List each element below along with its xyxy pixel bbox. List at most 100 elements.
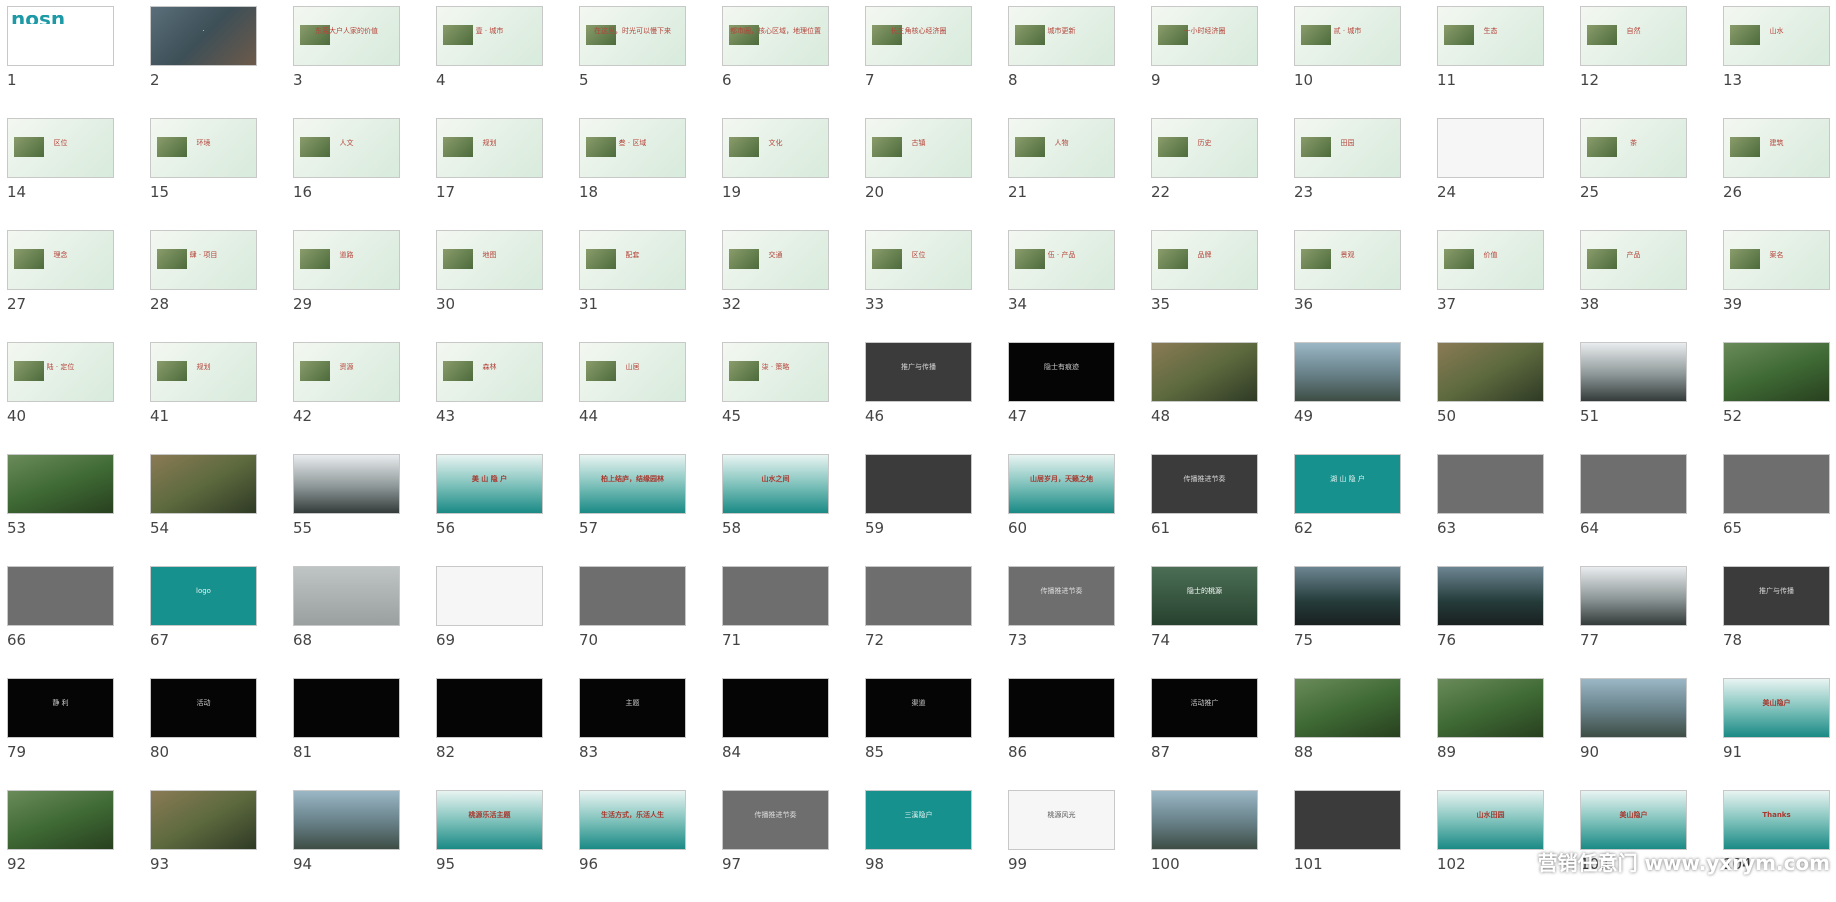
slide-item[interactable]: 推广与传播 46 <box>865 342 972 454</box>
slide-thumbnail[interactable]: 活动 <box>150 678 257 738</box>
slide-thumbnail[interactable]: 传播推进节奏 <box>722 790 829 850</box>
slide-item[interactable]: 茶 25 <box>1580 118 1687 230</box>
slide-item[interactable]: 产品 38 <box>1580 230 1687 342</box>
slide-thumbnail[interactable]: 生态 <box>1437 6 1544 66</box>
slide-thumbnail[interactable]: 柒 · 策略 <box>722 342 829 402</box>
slide-item[interactable]: 活动推广 87 <box>1151 678 1258 790</box>
slide-item[interactable]: 田园 23 <box>1294 118 1401 230</box>
slide-thumbnail[interactable]: 道路 <box>293 230 400 290</box>
slide-item[interactable]: 人文 16 <box>293 118 400 230</box>
slide-item[interactable]: 美山隐户 91 <box>1723 678 1830 790</box>
slide-item[interactable]: 自然 12 <box>1580 6 1687 118</box>
slide-item[interactable]: 推广与传播 78 <box>1723 566 1830 678</box>
slide-thumbnail[interactable] <box>293 566 400 626</box>
slide-thumbnail[interactable]: 静 利 <box>7 678 114 738</box>
slide-thumbnail[interactable]: 推广与传播 <box>865 342 972 402</box>
slide-item[interactable]: Thanks 104 <box>1723 790 1830 902</box>
slide-thumbnail[interactable]: 湖 山 隐 户 <box>1294 454 1401 514</box>
slide-item[interactable]: 90 <box>1580 678 1687 790</box>
slide-thumbnail[interactable] <box>1008 678 1115 738</box>
slide-thumbnail[interactable] <box>579 566 686 626</box>
slide-item[interactable]: 69 <box>436 566 543 678</box>
slide-thumbnail[interactable]: 案名 <box>1723 230 1830 290</box>
slide-thumbnail[interactable] <box>1580 566 1687 626</box>
slide-item[interactable]: 53 <box>7 454 114 566</box>
slide-item[interactable]: 77 <box>1580 566 1687 678</box>
slide-item[interactable]: 价值 37 <box>1437 230 1544 342</box>
slide-thumbnail[interactable]: 理念 <box>7 230 114 290</box>
slide-item[interactable]: 理念 27 <box>7 230 114 342</box>
slide-item[interactable]: 城市更新 8 <box>1008 6 1115 118</box>
slide-item[interactable]: 一小时经济圈 9 <box>1151 6 1258 118</box>
slide-item[interactable]: 规划 17 <box>436 118 543 230</box>
slide-thumbnail[interactable]: 人文 <box>293 118 400 178</box>
slide-thumbnail[interactable]: 区位 <box>865 230 972 290</box>
slide-thumbnail[interactable]: 东莞大户人家的价值 <box>293 6 400 66</box>
slide-item[interactable]: 贰 · 城市 10 <box>1294 6 1401 118</box>
slide-thumbnail[interactable]: 田园 <box>1294 118 1401 178</box>
slide-thumbnail[interactable] <box>1437 342 1544 402</box>
slide-thumbnail[interactable]: 配套 <box>579 230 686 290</box>
slide-thumbnail[interactable] <box>436 566 543 626</box>
slide-item[interactable]: 101 <box>1294 790 1401 902</box>
slide-thumbnail[interactable] <box>1151 342 1258 402</box>
slide-thumbnail[interactable]: 规划 <box>436 118 543 178</box>
slide-item[interactable]: 活动 80 <box>150 678 257 790</box>
slide-item[interactable]: 静 利 79 <box>7 678 114 790</box>
slide-thumbnail[interactable] <box>293 790 400 850</box>
slide-thumbnail[interactable] <box>1580 342 1687 402</box>
slide-item[interactable]: 生态 11 <box>1437 6 1544 118</box>
slide-item[interactable]: 区位 33 <box>865 230 972 342</box>
slide-item[interactable]: 52 <box>1723 342 1830 454</box>
slide-thumbnail[interactable] <box>1723 342 1830 402</box>
slide-item[interactable]: 75 <box>1294 566 1401 678</box>
slide-thumbnail[interactable]: 自然 <box>1580 6 1687 66</box>
slide-thumbnail[interactable]: 地图 <box>436 230 543 290</box>
slide-thumbnail[interactable] <box>1437 566 1544 626</box>
slide-item[interactable]: 59 <box>865 454 972 566</box>
slide-thumbnail[interactable]: 交通 <box>722 230 829 290</box>
slide-item[interactable]: 都市圈，核心区域，地理位置 6 <box>722 6 829 118</box>
slide-item[interactable]: 叁 · 区域 18 <box>579 118 686 230</box>
slide-thumbnail[interactable] <box>1723 454 1830 514</box>
slide-item[interactable]: 道路 29 <box>293 230 400 342</box>
slide-item[interactable]: 古镇 20 <box>865 118 972 230</box>
slide-item[interactable]: 81 <box>293 678 400 790</box>
slide-thumbnail[interactable] <box>1437 118 1544 178</box>
slide-thumbnail[interactable] <box>865 566 972 626</box>
slide-thumbnail[interactable]: 传播推进节奏 <box>1151 454 1258 514</box>
slide-thumbnail[interactable]: 都市圈，核心区域，地理位置 <box>722 6 829 66</box>
slide-item[interactable]: hosn 1 <box>7 6 114 118</box>
slide-thumbnail[interactable]: 传播推进节奏 <box>1008 566 1115 626</box>
slide-item[interactable]: 94 <box>293 790 400 902</box>
slide-thumbnail[interactable] <box>293 678 400 738</box>
slide-item[interactable]: 东莞大户人家的价值 3 <box>293 6 400 118</box>
slide-item[interactable]: 63 <box>1437 454 1544 566</box>
slide-item[interactable]: 柒 · 策略 45 <box>722 342 829 454</box>
slide-item[interactable]: 山水之间 58 <box>722 454 829 566</box>
slide-item[interactable]: 柏上结庐，结缘园林 57 <box>579 454 686 566</box>
slide-item[interactable]: 长三角核心经济圈 7 <box>865 6 972 118</box>
slide-item[interactable]: 建筑 26 <box>1723 118 1830 230</box>
slide-thumbnail[interactable]: 区位 <box>7 118 114 178</box>
slide-thumbnail[interactable]: 产品 <box>1580 230 1687 290</box>
slide-item[interactable]: 70 <box>579 566 686 678</box>
slide-thumbnail[interactable]: 建筑 <box>1723 118 1830 178</box>
slide-thumbnail[interactable] <box>150 790 257 850</box>
slide-item[interactable]: 72 <box>865 566 972 678</box>
slide-thumbnail[interactable]: 贰 · 城市 <box>1294 6 1401 66</box>
slide-item[interactable]: 64 <box>1580 454 1687 566</box>
slide-item[interactable]: 山居 44 <box>579 342 686 454</box>
slide-item[interactable]: 桃源乐活主题 95 <box>436 790 543 902</box>
slide-thumbnail[interactable] <box>7 790 114 850</box>
slide-thumbnail[interactable]: 美 山 隐 户 <box>436 454 543 514</box>
slide-thumbnail[interactable]: Thanks <box>1723 790 1830 850</box>
slide-thumbnail[interactable] <box>1437 678 1544 738</box>
slide-thumbnail[interactable] <box>293 454 400 514</box>
slide-thumbnail[interactable]: 在这里，时光可以慢下来 <box>579 6 686 66</box>
slide-item[interactable]: 生活方式，乐活人生 96 <box>579 790 686 902</box>
slide-thumbnail[interactable]: 山居 <box>579 342 686 402</box>
slide-item[interactable]: 54 <box>150 454 257 566</box>
slide-item[interactable]: 86 <box>1008 678 1115 790</box>
slide-thumbnail[interactable]: logo <box>150 566 257 626</box>
